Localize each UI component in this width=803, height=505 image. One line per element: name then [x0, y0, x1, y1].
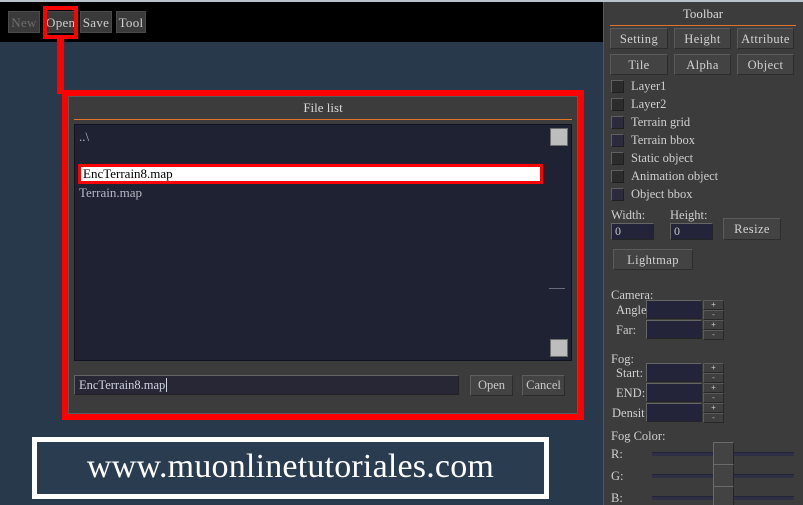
fog-color-channel-label: R: [611, 447, 623, 461]
fog-start-input[interactable] [646, 363, 702, 382]
width-input[interactable]: 0 [611, 223, 654, 240]
menu-item-save[interactable]: Save [80, 11, 112, 33]
toolbar-button-tile[interactable]: Tile [610, 54, 668, 75]
checkbox-label: Object bbox [631, 187, 693, 201]
file-list-box[interactable]: ..\ Terrain.map EncTerrain8.map [74, 124, 572, 361]
far-label: Far: [616, 323, 637, 337]
stepper-up-icon[interactable]: + [703, 403, 724, 413]
lightmap-button[interactable]: Lightmap [613, 249, 693, 270]
toolbar-title: Toolbar [610, 6, 796, 26]
checkbox-label: Layer1 [631, 79, 667, 93]
fog-start-stepper[interactable]: + - [703, 363, 724, 383]
height-label: Height: [670, 208, 708, 222]
fog-color-slider-thumb[interactable] [713, 442, 734, 465]
stepper-up-icon[interactable]: + [703, 320, 724, 330]
list-item[interactable]: Terrain.map [79, 185, 142, 201]
checkbox-layer1[interactable] [611, 80, 624, 93]
height-input[interactable]: 0 [670, 223, 713, 240]
width-label: Width: [611, 208, 646, 222]
camera-far-input[interactable] [646, 320, 702, 339]
checkbox-label: Layer2 [631, 97, 667, 111]
camera-angle-input[interactable] [646, 300, 702, 319]
scrollbar-thumb[interactable] [549, 288, 565, 289]
watermark-banner: www.muonlinetutoriales.com [32, 437, 549, 499]
checkbox-animation-object[interactable] [611, 170, 624, 183]
toolbar-button-alpha[interactable]: Alpha [674, 54, 731, 75]
filename-input[interactable]: EncTerrain8.map [74, 375, 459, 395]
watermark-text: www.muonlinetutoriales.com [86, 448, 495, 485]
stepper-down-icon[interactable]: - [703, 393, 724, 403]
fog-density-input[interactable] [646, 403, 702, 422]
menu-item-new[interactable]: New [8, 11, 40, 33]
checkbox-object-bbox[interactable] [611, 188, 624, 201]
checkbox-label: Static object [631, 151, 694, 165]
menu-item-tool[interactable]: Tool [116, 11, 146, 33]
scroll-up-button[interactable] [550, 128, 568, 146]
fog-color-section-label: Fog Color: [611, 429, 666, 443]
toolbar-button-attribute[interactable]: Attribute [737, 28, 794, 49]
fog-density-label: Densit [612, 406, 645, 420]
fog-end-stepper[interactable]: + - [703, 383, 724, 403]
fog-color-slider-thumb[interactable] [713, 464, 734, 487]
stepper-down-icon[interactable]: - [703, 310, 724, 320]
toolbar-button-object[interactable]: Object [737, 54, 794, 75]
fog-density-stepper[interactable]: + - [703, 403, 724, 423]
angle-label: Angle [616, 303, 647, 317]
toolbar-button-setting[interactable]: Setting [610, 28, 668, 49]
checkbox-layer2[interactable] [611, 98, 624, 111]
fog-section-label: Fog: [611, 352, 634, 366]
annotation-highlight-open-button [43, 6, 78, 39]
camera-angle-stepper[interactable]: + - [703, 300, 724, 320]
fog-color-channel-label: G: [611, 469, 624, 483]
checkbox-label: Animation object [631, 169, 719, 183]
scroll-down-button[interactable] [550, 339, 568, 357]
stepper-up-icon[interactable]: + [703, 383, 724, 393]
fog-end-label: END: [616, 386, 646, 400]
annotation-connector-line [57, 39, 64, 94]
stepper-up-icon[interactable]: + [703, 363, 724, 373]
checkbox-label: Terrain grid [631, 115, 691, 129]
resize-button[interactable]: Resize [723, 218, 781, 240]
camera-far-stepper[interactable]: + - [703, 320, 724, 340]
cancel-button[interactable]: Cancel [522, 375, 565, 396]
fog-color-channel-label: B: [611, 491, 623, 505]
checkbox-label: Terrain bbox [631, 133, 696, 147]
checkbox-terrain-grid[interactable] [611, 116, 624, 129]
fog-start-label: Start: [616, 366, 644, 380]
stepper-down-icon[interactable]: - [703, 330, 724, 340]
stepper-down-icon[interactable]: - [703, 373, 724, 383]
stepper-up-icon[interactable]: + [703, 300, 724, 310]
menu-bar: New Open Save Tool [0, 2, 603, 42]
application-window: New Open Save Tool File list ..\ Terrain… [0, 0, 803, 505]
open-button[interactable]: Open [470, 375, 513, 396]
checkbox-terrain-bbox[interactable] [611, 134, 624, 147]
toolbar-button-height[interactable]: Height [674, 28, 731, 49]
file-list-dialog: File list ..\ Terrain.map EncTerrain8.ma… [68, 96, 578, 414]
dialog-title: File list [74, 100, 572, 120]
list-item[interactable]: ..\ [79, 129, 89, 145]
checkbox-static-object[interactable] [611, 152, 624, 165]
list-item-selected[interactable]: EncTerrain8.map [81, 167, 540, 181]
fog-color-slider-thumb[interactable] [713, 486, 734, 505]
stepper-down-icon[interactable]: - [703, 413, 724, 423]
fog-end-input[interactable] [646, 383, 702, 402]
